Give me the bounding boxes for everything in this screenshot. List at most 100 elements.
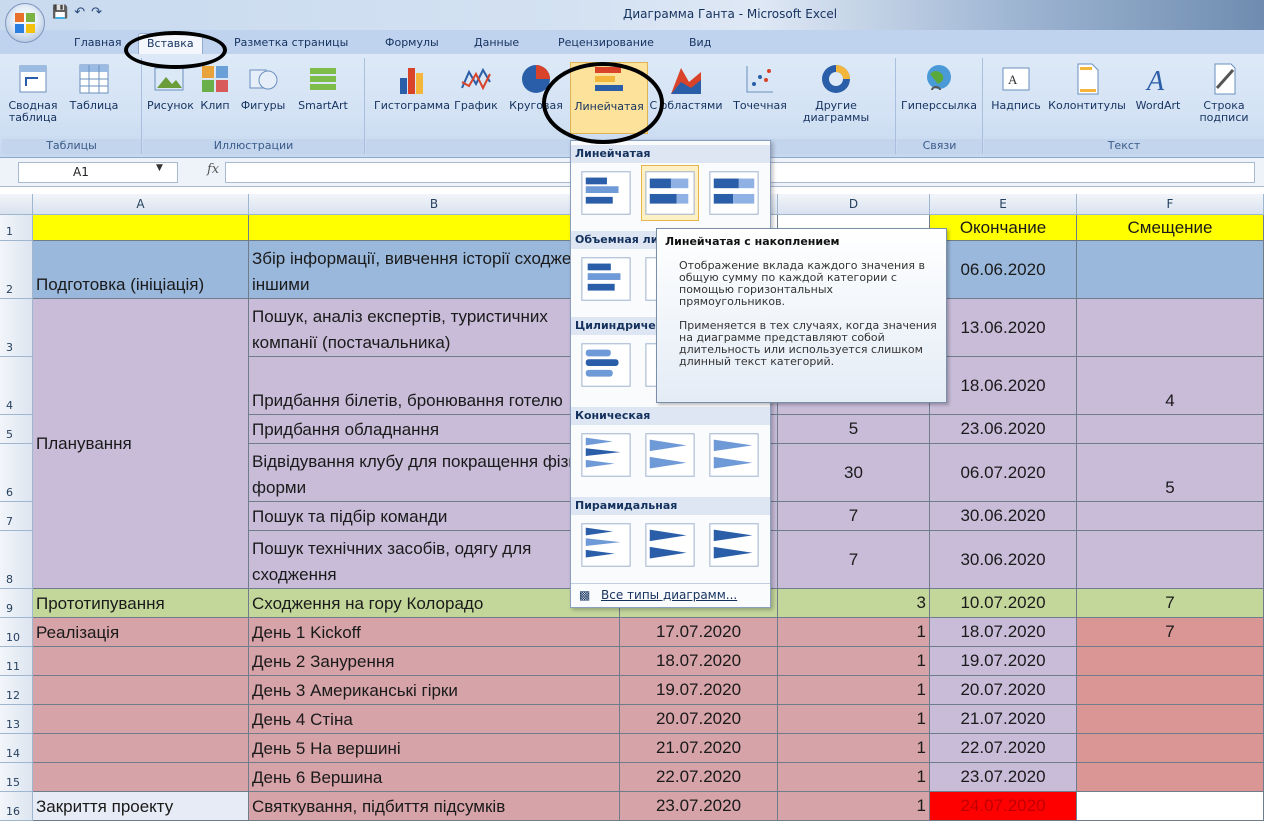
cell-d10[interactable]: 1: [778, 618, 930, 647]
cell-f14[interactable]: [1077, 734, 1264, 763]
column-header-b[interactable]: B: [249, 194, 620, 215]
row-header-10[interactable]: 10: [0, 618, 33, 647]
tab-view[interactable]: Вид: [681, 33, 719, 54]
tab-review[interactable]: Рецензирование: [550, 33, 662, 54]
cell-f15[interactable]: [1077, 763, 1264, 792]
tab-page-layout[interactable]: Разметка страницы: [226, 33, 356, 54]
tab-home[interactable]: Главная: [66, 33, 130, 54]
cell-b15[interactable]: День 6 Вершина: [249, 763, 620, 792]
cell-f1[interactable]: Смещение: [1077, 215, 1264, 241]
cell-c10[interactable]: 17.07.2020: [620, 618, 778, 647]
row-header-14[interactable]: 14: [0, 734, 33, 763]
cell-f11[interactable]: [1077, 647, 1264, 676]
cell-e5[interactable]: 23.06.2020: [930, 415, 1077, 444]
cell-b14[interactable]: День 5 На вершині: [249, 734, 620, 763]
cell-f16[interactable]: [1077, 792, 1264, 821]
table-button[interactable]: Таблица: [64, 62, 124, 112]
cell-a16[interactable]: Закриття проекту: [33, 792, 249, 821]
cell-e3[interactable]: 13.06.2020: [930, 299, 1077, 357]
cell-e6[interactable]: 06.07.2020: [930, 444, 1077, 502]
cell-e16[interactable]: 24.07.2020: [930, 792, 1077, 821]
shapes-button[interactable]: Фигуры: [235, 62, 291, 112]
row-header-16[interactable]: 16: [0, 792, 33, 821]
cell-b2[interactable]: Збір інформації, вивчення історії сходже…: [249, 241, 620, 299]
row-header-4[interactable]: 4: [0, 357, 33, 415]
textbox-button[interactable]: A Надпись: [986, 62, 1046, 112]
undo-icon[interactable]: ↶: [74, 5, 85, 20]
cell-d12[interactable]: 1: [778, 676, 930, 705]
column-header-a[interactable]: A: [33, 194, 249, 215]
tab-formulas[interactable]: Формулы: [377, 33, 447, 54]
row-header-9[interactable]: 9: [0, 589, 33, 618]
cell-e12[interactable]: 20.07.2020: [930, 676, 1077, 705]
cell-f8[interactable]: [1077, 531, 1264, 589]
stacked-100-bar-option[interactable]: [705, 165, 763, 221]
row-header-15[interactable]: 15: [0, 763, 33, 792]
stacked-bar-option[interactable]: [641, 165, 699, 221]
cell-f6[interactable]: 5: [1077, 444, 1264, 502]
cell-e7[interactable]: 30.06.2020: [930, 502, 1077, 531]
cell-b8[interactable]: Пошук технічних засобів, одягу для сходж…: [249, 531, 620, 589]
cell-b10[interactable]: День 1 Kickoff: [249, 618, 620, 647]
select-all-corner[interactable]: [0, 194, 33, 215]
all-chart-types-button[interactable]: ▩ Все типы диаграмм...: [571, 583, 770, 607]
row-header-12[interactable]: 12: [0, 676, 33, 705]
cell-b4[interactable]: Придбання білетів, бронювання готелю: [249, 357, 620, 415]
line-chart-button[interactable]: График: [452, 62, 500, 112]
cell-b12[interactable]: День 3 Американські гірки: [249, 676, 620, 705]
row-header-11[interactable]: 11: [0, 647, 33, 676]
cell-d13[interactable]: 1: [778, 705, 930, 734]
cell-c14[interactable]: 21.07.2020: [620, 734, 778, 763]
tab-data[interactable]: Данные: [466, 33, 527, 54]
cell-b13[interactable]: День 4 Стіна: [249, 705, 620, 734]
cell-a11[interactable]: [33, 647, 249, 676]
cell-c13[interactable]: 20.07.2020: [620, 705, 778, 734]
cell-c15[interactable]: 22.07.2020: [620, 763, 778, 792]
row-header-1[interactable]: 1: [0, 215, 33, 241]
chevron-down-icon[interactable]: ▼: [156, 163, 163, 173]
cell-a14[interactable]: [33, 734, 249, 763]
cell-e4[interactable]: 18.06.2020: [930, 357, 1077, 415]
cell-a10[interactable]: Реалізація: [33, 618, 249, 647]
cell-d6[interactable]: 30: [778, 444, 930, 502]
cylinder-bar-option[interactable]: [577, 337, 635, 393]
histogram-button[interactable]: Гистограмма: [372, 62, 452, 112]
picture-button[interactable]: Рисунок: [147, 62, 194, 112]
office-button[interactable]: [5, 3, 45, 43]
row-header-8[interactable]: 8: [0, 531, 33, 589]
cone-stacked-100-bar-option[interactable]: [705, 427, 763, 483]
pivot-table-button[interactable]: Сводная таблица: [6, 62, 60, 124]
redo-icon[interactable]: ↷: [91, 5, 102, 20]
cell-d16[interactable]: 1: [778, 792, 930, 821]
cell-b7[interactable]: Пошук та підбір команди: [249, 502, 620, 531]
row-header-3[interactable]: 3: [0, 299, 33, 357]
cell-d15[interactable]: 1: [778, 763, 930, 792]
clip-button[interactable]: Клип: [197, 62, 233, 112]
cell-f5[interactable]: [1077, 415, 1264, 444]
cell-e10[interactable]: 18.07.2020: [930, 618, 1077, 647]
row-header-5[interactable]: 5: [0, 415, 33, 444]
cell-d9[interactable]: 3: [778, 589, 930, 618]
cell-c12[interactable]: 19.07.2020: [620, 676, 778, 705]
cell-c11[interactable]: 18.07.2020: [620, 647, 778, 676]
cell-e15[interactable]: 23.07.2020: [930, 763, 1077, 792]
cell-a13[interactable]: [33, 705, 249, 734]
cell-d11[interactable]: 1: [778, 647, 930, 676]
cell-f4[interactable]: 4: [1077, 357, 1264, 415]
signature-line-button[interactable]: Строка подписи: [1190, 62, 1258, 124]
bar-chart-button[interactable]: Линейчатая: [570, 62, 648, 134]
pyramid-stacked-100-bar-option[interactable]: [705, 517, 763, 573]
cell-f2[interactable]: [1077, 241, 1264, 299]
cell-b5[interactable]: Придбання обладнання: [249, 415, 620, 444]
cell-a3[interactable]: Планування: [33, 299, 249, 589]
row-header-7[interactable]: 7: [0, 502, 33, 531]
cell-f12[interactable]: [1077, 676, 1264, 705]
cell-a15[interactable]: [33, 763, 249, 792]
cell-e9[interactable]: 10.07.2020: [930, 589, 1077, 618]
row-header-13[interactable]: 13: [0, 705, 33, 734]
scatter-chart-button[interactable]: Точечная: [726, 62, 794, 112]
column-header-f[interactable]: F: [1077, 194, 1264, 215]
name-box[interactable]: A1: [18, 162, 178, 183]
row-header-6[interactable]: 6: [0, 444, 33, 502]
3d-clustered-bar-option[interactable]: [577, 251, 635, 307]
